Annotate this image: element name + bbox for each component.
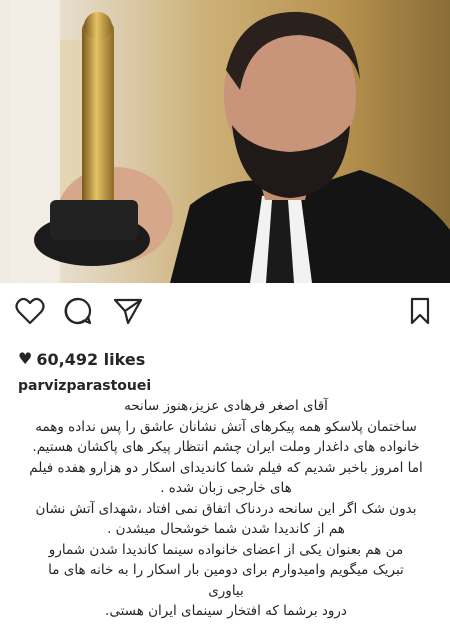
bookmark-icon (410, 297, 430, 325)
likes-text: 60,492 likes (36, 349, 146, 369)
heart-outline-icon (15, 297, 45, 325)
caption-line: خانواده های داغدار وملت ایران چشم انتظار… (32, 439, 420, 455)
caption-line: هم از کاندیدا شدن شما خوشحال میشدن . (107, 521, 345, 537)
comment-button[interactable] (62, 295, 94, 327)
save-button[interactable] (404, 295, 436, 327)
caption-line: درود برشما که افتخار سینمای ایران هستی. (105, 603, 347, 619)
photo-illustration (0, 0, 450, 283)
heart-icon: ♥ (18, 349, 33, 368)
share-button[interactable] (112, 295, 144, 327)
post-caption: parvizparastouei آقای اصغر فرهادی عزیز،ه… (14, 376, 438, 622)
caption-line: بیاوری (208, 582, 244, 599)
caption-line: بدون شک اگر این سانحه دردناک اتفاق نمی ا… (35, 500, 417, 517)
comment-icon (64, 297, 92, 325)
caption-line: های خارجی زبان شده . (160, 480, 292, 496)
like-button[interactable] (14, 295, 46, 327)
username-link[interactable]: parvizparastouei (18, 376, 438, 396)
caption-line: آقای اصغر فرهادی عزیز،هنوز سانحه (124, 398, 328, 414)
caption-line: ساختمان پلاسکو همه پیکرهای آتش نشانان عا… (35, 418, 417, 435)
paper-plane-icon (113, 298, 143, 325)
post-photo[interactable] (0, 0, 450, 283)
caption-line: اما امروز باخبر شدیم که فیلم شما کاندیدا… (29, 459, 423, 476)
caption-line: من هم بعنوان یکی از اعضای خانواده سینما … (48, 541, 404, 558)
post-actions-bar (0, 293, 450, 331)
caption-line: تبریک میگویم وامیدوارم برای دومین بار اس… (48, 562, 404, 578)
likes-count[interactable]: ♥ 60,492 likes (18, 348, 145, 370)
